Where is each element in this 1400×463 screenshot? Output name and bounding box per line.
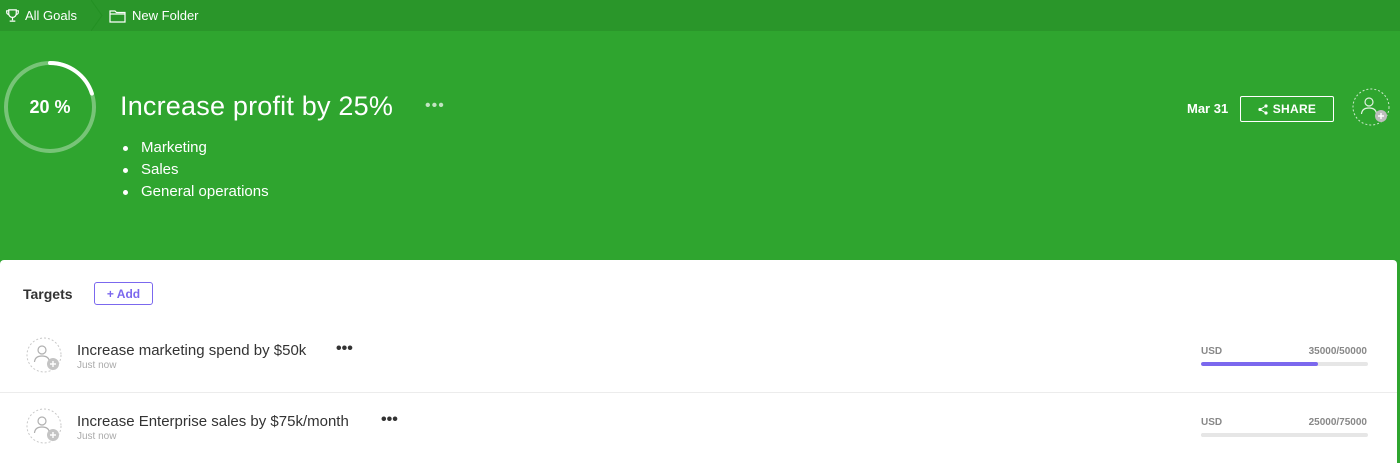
description-item-text: Sales <box>141 161 179 178</box>
share-button[interactable]: SHARE <box>1240 96 1334 122</box>
breadcrumb-label: All Goals <box>25 8 78 23</box>
ellipsis-icon[interactable]: ••• <box>425 97 445 115</box>
target-progress-value: 35000/50000 <box>1308 346 1367 357</box>
description-item-text: General operations <box>141 183 269 200</box>
target-row[interactable]: Increase marketing spend by $50k ••• Jus… <box>0 323 1397 393</box>
description-item: Marketing <box>122 137 269 159</box>
breadcrumb-new-folder[interactable]: New Folder <box>105 0 199 31</box>
add-assignee-icon[interactable] <box>1352 88 1390 126</box>
folder-icon <box>109 9 126 23</box>
breadcrumb-all-goals[interactable]: All Goals <box>0 0 91 31</box>
breadcrumb-separator <box>91 0 103 31</box>
target-progress-fill <box>1201 362 1318 366</box>
description-item: Sales <box>122 159 269 181</box>
target-progress-bar <box>1201 362 1368 366</box>
share-icon <box>1258 103 1268 115</box>
description-item: General operations <box>122 181 269 203</box>
targets-title: Targets <box>23 286 73 302</box>
due-date[interactable]: Mar 31 <box>1187 101 1228 116</box>
trophy-icon <box>6 9 19 22</box>
target-progress-value: 25000/75000 <box>1308 417 1367 428</box>
description-item-text: Marketing <box>141 139 207 156</box>
ellipsis-icon[interactable]: ••• <box>381 411 398 429</box>
target-progress-bar <box>1201 433 1368 437</box>
goal-description: Marketing Sales General operations <box>122 137 269 203</box>
target-row[interactable]: Increase Enterprise sales by $75k/month … <box>0 394 1397 463</box>
add-assignee-icon[interactable] <box>26 408 62 444</box>
ellipsis-icon[interactable]: ••• <box>336 340 353 358</box>
breadcrumb: All Goals New Folder <box>0 0 1400 31</box>
goal-progress-label: 20 % <box>29 96 71 117</box>
target-unit: USD <box>1201 346 1223 357</box>
breadcrumb-label: New Folder <box>132 8 199 23</box>
share-label: SHARE <box>1272 102 1317 116</box>
target-name[interactable]: Increase Enterprise sales by $75k/month <box>77 413 349 430</box>
target-timestamp: Just now <box>77 431 117 442</box>
target-unit: USD <box>1201 417 1223 428</box>
targets-panel: Targets + Add Increase marketing spend b… <box>0 260 1397 463</box>
goal-title[interactable]: Increase profit by 25% <box>120 91 393 122</box>
add-target-button[interactable]: + Add <box>94 282 153 305</box>
target-timestamp: Just now <box>77 360 117 371</box>
target-name[interactable]: Increase marketing spend by $50k <box>77 342 306 359</box>
add-assignee-icon[interactable] <box>26 337 62 373</box>
target-progress-fill <box>1201 433 1257 437</box>
goal-header: 20 % Increase profit by 25% ••• Marketin… <box>0 31 1400 261</box>
